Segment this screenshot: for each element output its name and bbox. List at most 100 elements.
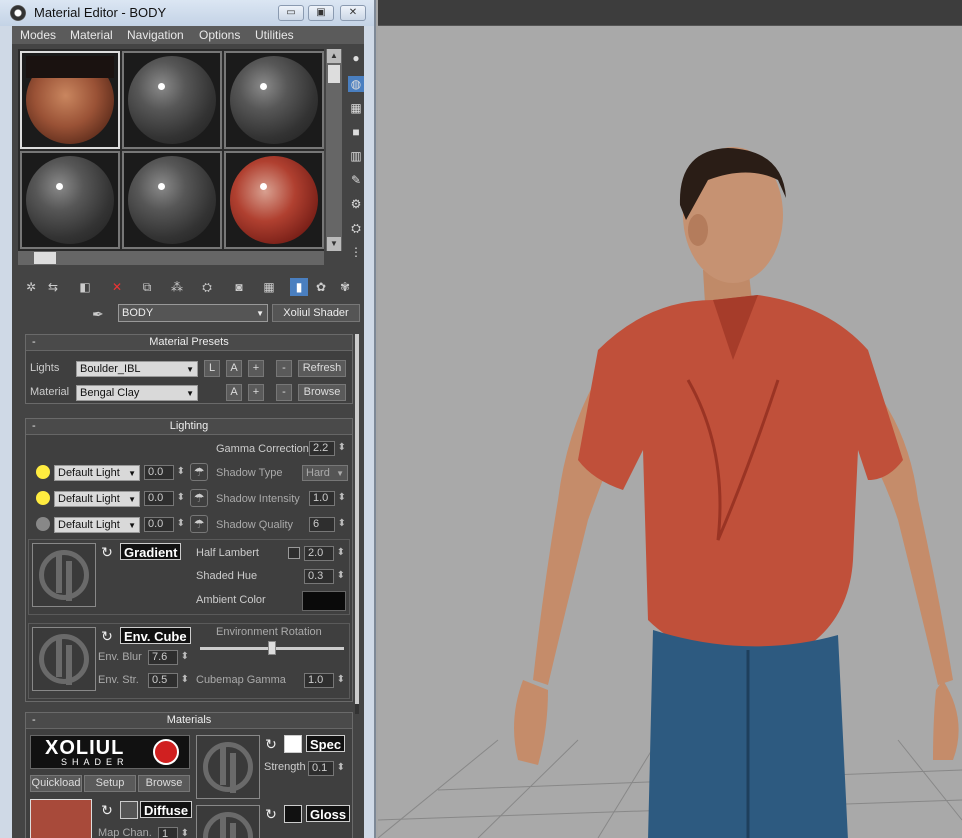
make-preview-icon[interactable]: ✎ xyxy=(348,172,364,188)
map-chan-spinner[interactable]: 1 xyxy=(158,827,189,838)
env-rotation-slider-thumb[interactable] xyxy=(268,641,276,655)
env-str-spinner[interactable]: 0.5 xyxy=(148,673,189,688)
title-bar[interactable]: Material Editor - BODY ▭ ▣ ✕ xyxy=(0,0,374,26)
menu-material[interactable]: Material xyxy=(70,28,113,42)
diffuse-label[interactable]: Diffuse xyxy=(140,801,193,818)
spec-color-swatch[interactable] xyxy=(284,735,302,753)
pick-material-icon[interactable]: ✾ xyxy=(336,278,354,296)
env-cube-refresh-icon[interactable]: ↻ xyxy=(98,627,116,645)
light1-shadow-icon[interactable]: ☂ xyxy=(190,463,208,481)
viewport[interactable] xyxy=(378,0,962,838)
gloss-map-slot[interactable] xyxy=(196,805,260,838)
material-presets-header[interactable]: - Material Presets xyxy=(26,335,352,351)
material-map-navigator-icon[interactable]: ⋮ xyxy=(348,244,364,260)
close-button[interactable]: ✕ xyxy=(340,5,366,21)
spec-map-slot[interactable] xyxy=(196,735,260,799)
background-checker-icon[interactable]: ▦ xyxy=(348,100,364,116)
shaded-hue-spinner[interactable]: 0.3 xyxy=(304,569,345,584)
gradient-map-slot[interactable] xyxy=(32,543,96,607)
material-preset-dropdown[interactable]: Bengal Clay xyxy=(76,385,198,401)
scroll-thumb-h[interactable] xyxy=(34,252,56,264)
sample-slot[interactable] xyxy=(122,51,222,149)
spec-refresh-icon[interactable]: ↻ xyxy=(262,735,280,753)
half-lambert-spinner[interactable]: 2.0 xyxy=(304,546,345,561)
scroll-up-icon[interactable]: ▲ xyxy=(327,49,341,63)
env-cube-map-slot[interactable] xyxy=(32,627,96,691)
sample-slot[interactable] xyxy=(122,151,222,249)
material-remove-button[interactable]: - xyxy=(276,384,292,401)
gloss-refresh-icon[interactable]: ↻ xyxy=(262,805,280,823)
material-apply-button[interactable]: A xyxy=(226,384,242,401)
sample-slot[interactable] xyxy=(224,51,324,149)
show-end-result-icon[interactable]: ▦ xyxy=(260,278,278,296)
shadow-type-dropdown[interactable]: Hard xyxy=(302,465,348,481)
sample-uv-tiling-icon[interactable]: ■ xyxy=(348,124,364,140)
light1-bulb-icon[interactable] xyxy=(36,465,50,479)
eyedropper-icon[interactable]: ✒ xyxy=(92,306,104,323)
menu-modes[interactable]: Modes xyxy=(20,28,56,42)
light3-bulb-icon[interactable] xyxy=(36,517,50,531)
reset-map-icon[interactable]: ✕ xyxy=(108,278,126,296)
sample-type-icon[interactable]: ● xyxy=(348,50,364,66)
lighting-header[interactable]: - Lighting xyxy=(26,419,352,435)
material-editor-window[interactable]: Material Editor - BODY ▭ ▣ ✕ Modes Mater… xyxy=(0,0,376,838)
half-lambert-checkbox[interactable] xyxy=(288,547,300,559)
lights-load-button[interactable]: L xyxy=(204,360,220,377)
backlight-icon[interactable]: ◍ xyxy=(348,76,364,92)
menu-options[interactable]: Options xyxy=(199,28,240,42)
shadow-intensity-spinner[interactable]: 1.0 xyxy=(309,491,346,506)
spec-label[interactable]: Spec xyxy=(306,735,346,752)
options-icon[interactable]: ⚙ xyxy=(348,196,364,212)
scroll-down-icon[interactable]: ▼ xyxy=(327,237,341,251)
light3-spinner[interactable]: 0.0 xyxy=(144,517,185,532)
put-to-library-icon[interactable]: ⁂ xyxy=(168,278,186,296)
gamma-correction-spinner[interactable]: 2.2 xyxy=(309,441,346,456)
light1-spinner[interactable]: 0.0 xyxy=(144,465,185,480)
materials-browse-button[interactable]: Browse xyxy=(138,775,190,792)
scroll-thumb[interactable] xyxy=(328,65,340,83)
gloss-color-swatch[interactable] xyxy=(284,805,302,823)
put-to-scene-icon[interactable]: ⇆ xyxy=(44,278,62,296)
sample-slot-body[interactable] xyxy=(20,51,120,149)
lights-remove-button[interactable]: - xyxy=(276,360,292,377)
gloss-label[interactable]: Gloss xyxy=(306,805,351,822)
setup-button[interactable]: Setup xyxy=(84,775,136,792)
minimize-button[interactable]: ▭ xyxy=(278,5,304,21)
material-name-field[interactable]: BODY xyxy=(118,304,268,322)
lights-apply-button[interactable]: A xyxy=(226,360,242,377)
strength-spinner[interactable]: 0.1 xyxy=(308,761,345,776)
diffuse-color-swatch[interactable] xyxy=(120,801,138,819)
show-shaded-icon[interactable]: ◙ xyxy=(230,278,248,296)
env-cube-label[interactable]: Env. Cube xyxy=(120,627,191,644)
light2-shadow-icon[interactable]: ☂ xyxy=(190,489,208,507)
character-model[interactable] xyxy=(448,120,962,838)
material-id-icon[interactable]: ⛭ xyxy=(198,278,216,296)
restore-button[interactable]: ▣ xyxy=(308,5,334,21)
shadow-quality-spinner[interactable]: 6 xyxy=(309,517,346,532)
env-blur-spinner[interactable]: 7.6 xyxy=(148,650,189,665)
material-add-button[interactable]: + xyxy=(248,384,264,401)
light1-dropdown[interactable]: Default Light xyxy=(54,465,140,481)
menu-utilities[interactable]: Utilities xyxy=(255,28,294,42)
lights-add-button[interactable]: + xyxy=(248,360,264,377)
go-forward-sibling-icon[interactable]: ✿ xyxy=(312,278,330,296)
ambient-color-swatch[interactable] xyxy=(302,591,346,611)
light2-dropdown[interactable]: Default Light xyxy=(54,491,140,507)
light2-spinner[interactable]: 0.0 xyxy=(144,491,185,506)
video-color-check-icon[interactable]: ▥ xyxy=(348,148,364,164)
sample-slot-shirt[interactable] xyxy=(224,151,324,249)
slots-vertical-scrollbar[interactable]: ▲ ▼ xyxy=(326,49,342,251)
select-by-material-icon[interactable]: ⛭ xyxy=(348,220,364,236)
get-material-icon[interactable]: ✲ xyxy=(22,278,40,296)
diffuse-refresh-icon[interactable]: ↻ xyxy=(98,801,116,819)
diffuse-map-thumbnail[interactable] xyxy=(30,799,92,838)
quickload-button[interactable]: Quickload xyxy=(30,775,82,792)
material-type-button[interactable]: Xoliul Shader xyxy=(272,304,360,322)
go-to-parent-icon[interactable]: ▮ xyxy=(290,278,308,296)
rollout-scrollbar[interactable] xyxy=(355,334,359,714)
materials-header[interactable]: - Materials xyxy=(26,713,352,729)
make-unique-icon[interactable]: ⧉ xyxy=(138,278,156,296)
light3-shadow-icon[interactable]: ☂ xyxy=(190,515,208,533)
gradient-refresh-icon[interactable]: ↻ xyxy=(98,543,116,561)
slots-horizontal-scrollbar[interactable] xyxy=(18,251,324,265)
